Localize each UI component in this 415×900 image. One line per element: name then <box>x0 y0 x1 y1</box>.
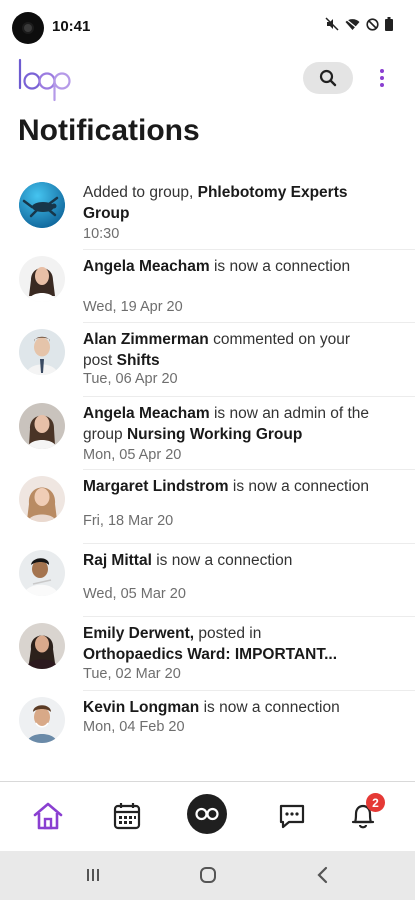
app-header <box>0 52 415 108</box>
status-icons <box>325 17 393 36</box>
notification-item[interactable]: Raj Mittal is now a connection Wed, 05 M… <box>0 544 415 617</box>
notification-text: Added to group, Phlebotomy Experts Group <box>83 184 348 222</box>
page-title: Notifications <box>18 114 200 147</box>
notification-time: Mon, 05 Apr 20 <box>83 446 182 463</box>
group-avatar-turtle <box>19 182 65 228</box>
nav-calendar[interactable] <box>107 796 147 836</box>
more-options-button[interactable] <box>373 64 391 92</box>
notification-item[interactable]: Margaret Lindstrom is now a connection F… <box>0 470 415 544</box>
notification-time: Wed, 19 Apr 20 <box>83 298 183 315</box>
wifi-icon <box>345 18 360 36</box>
avatar-angela <box>19 255 65 302</box>
loop-logo[interactable] <box>16 56 76 106</box>
notification-item[interactable]: Added to group, Phlebotomy Experts Group… <box>0 176 415 250</box>
loop-icon <box>195 807 219 821</box>
notification-text: Angela Meacham is now a connection <box>83 257 351 275</box>
calendar-icon <box>113 803 141 830</box>
home-circle-icon <box>200 867 216 883</box>
back-button[interactable] <box>312 863 334 887</box>
avatar-angela-2 <box>19 402 65 449</box>
notification-time: Fri, 18 Mar 20 <box>83 513 174 529</box>
notification-item[interactable]: Kevin Longman is now a connection Mon, 0… <box>0 691 415 765</box>
do-not-disturb-icon <box>366 17 379 36</box>
recent-apps-icon <box>87 869 99 881</box>
notification-time: Wed, 05 Mar 20 <box>83 585 186 602</box>
avatar-emily <box>19 623 65 669</box>
bottom-navigation: 2 <box>0 781 415 851</box>
notification-text: Angela Meacham is now an admin of the gr… <box>83 404 370 443</box>
avatar-raj <box>19 549 65 596</box>
search-icon <box>319 69 337 87</box>
notification-item[interactable]: Alan Zimmerman commented on your post Sh… <box>0 323 415 397</box>
notification-count-badge: 2 <box>366 793 385 812</box>
recent-apps-button[interactable] <box>82 863 104 887</box>
back-chevron-icon <box>317 866 328 884</box>
chat-icon <box>279 804 305 829</box>
notification-time: Mon, 04 Feb 20 <box>83 718 185 735</box>
notification-text: Alan Zimmerman commented on your post Sh… <box>83 331 351 369</box>
mute-icon <box>325 17 339 36</box>
avatar-alan <box>19 329 65 375</box>
notification-item[interactable]: Angela Meacham is now a connection Wed, … <box>0 250 415 323</box>
notification-list: Added to group, Phlebotomy Experts Group… <box>0 176 415 764</box>
home-icon <box>33 802 63 830</box>
avatar-kevin <box>19 696 65 743</box>
camera-cutout <box>12 12 44 44</box>
home-system-button[interactable] <box>196 863 220 887</box>
battery-icon <box>385 17 393 36</box>
status-bar: 10:41 <box>0 0 415 52</box>
more-vertical-icon <box>380 69 384 73</box>
notification-item[interactable]: Emily Derwent, posted in Orthopaedics Wa… <box>0 617 415 691</box>
search-button[interactable] <box>303 62 353 94</box>
notification-item[interactable]: Angela Meacham is now an admin of the gr… <box>0 397 415 470</box>
status-time: 10:41 <box>52 18 91 35</box>
nav-loop[interactable] <box>187 794 227 834</box>
nav-home[interactable] <box>28 796 68 836</box>
notification-time: Tue, 06 Apr 20 <box>83 371 178 387</box>
notification-time: 10:30 <box>83 226 120 242</box>
nav-messages[interactable] <box>272 796 312 836</box>
notification-text: Emily Derwent, posted in Orthopaedics Wa… <box>83 625 338 663</box>
notification-text: Margaret Lindstrom is now a connection <box>83 478 370 495</box>
notification-text: Kevin Longman is now a connection <box>83 698 340 716</box>
notification-time: Tue, 02 Mar 20 <box>83 666 181 682</box>
notification-text: Raj Mittal is now a connection <box>83 551 293 569</box>
avatar-margaret <box>19 476 65 522</box>
system-navigation-bar <box>0 851 415 900</box>
